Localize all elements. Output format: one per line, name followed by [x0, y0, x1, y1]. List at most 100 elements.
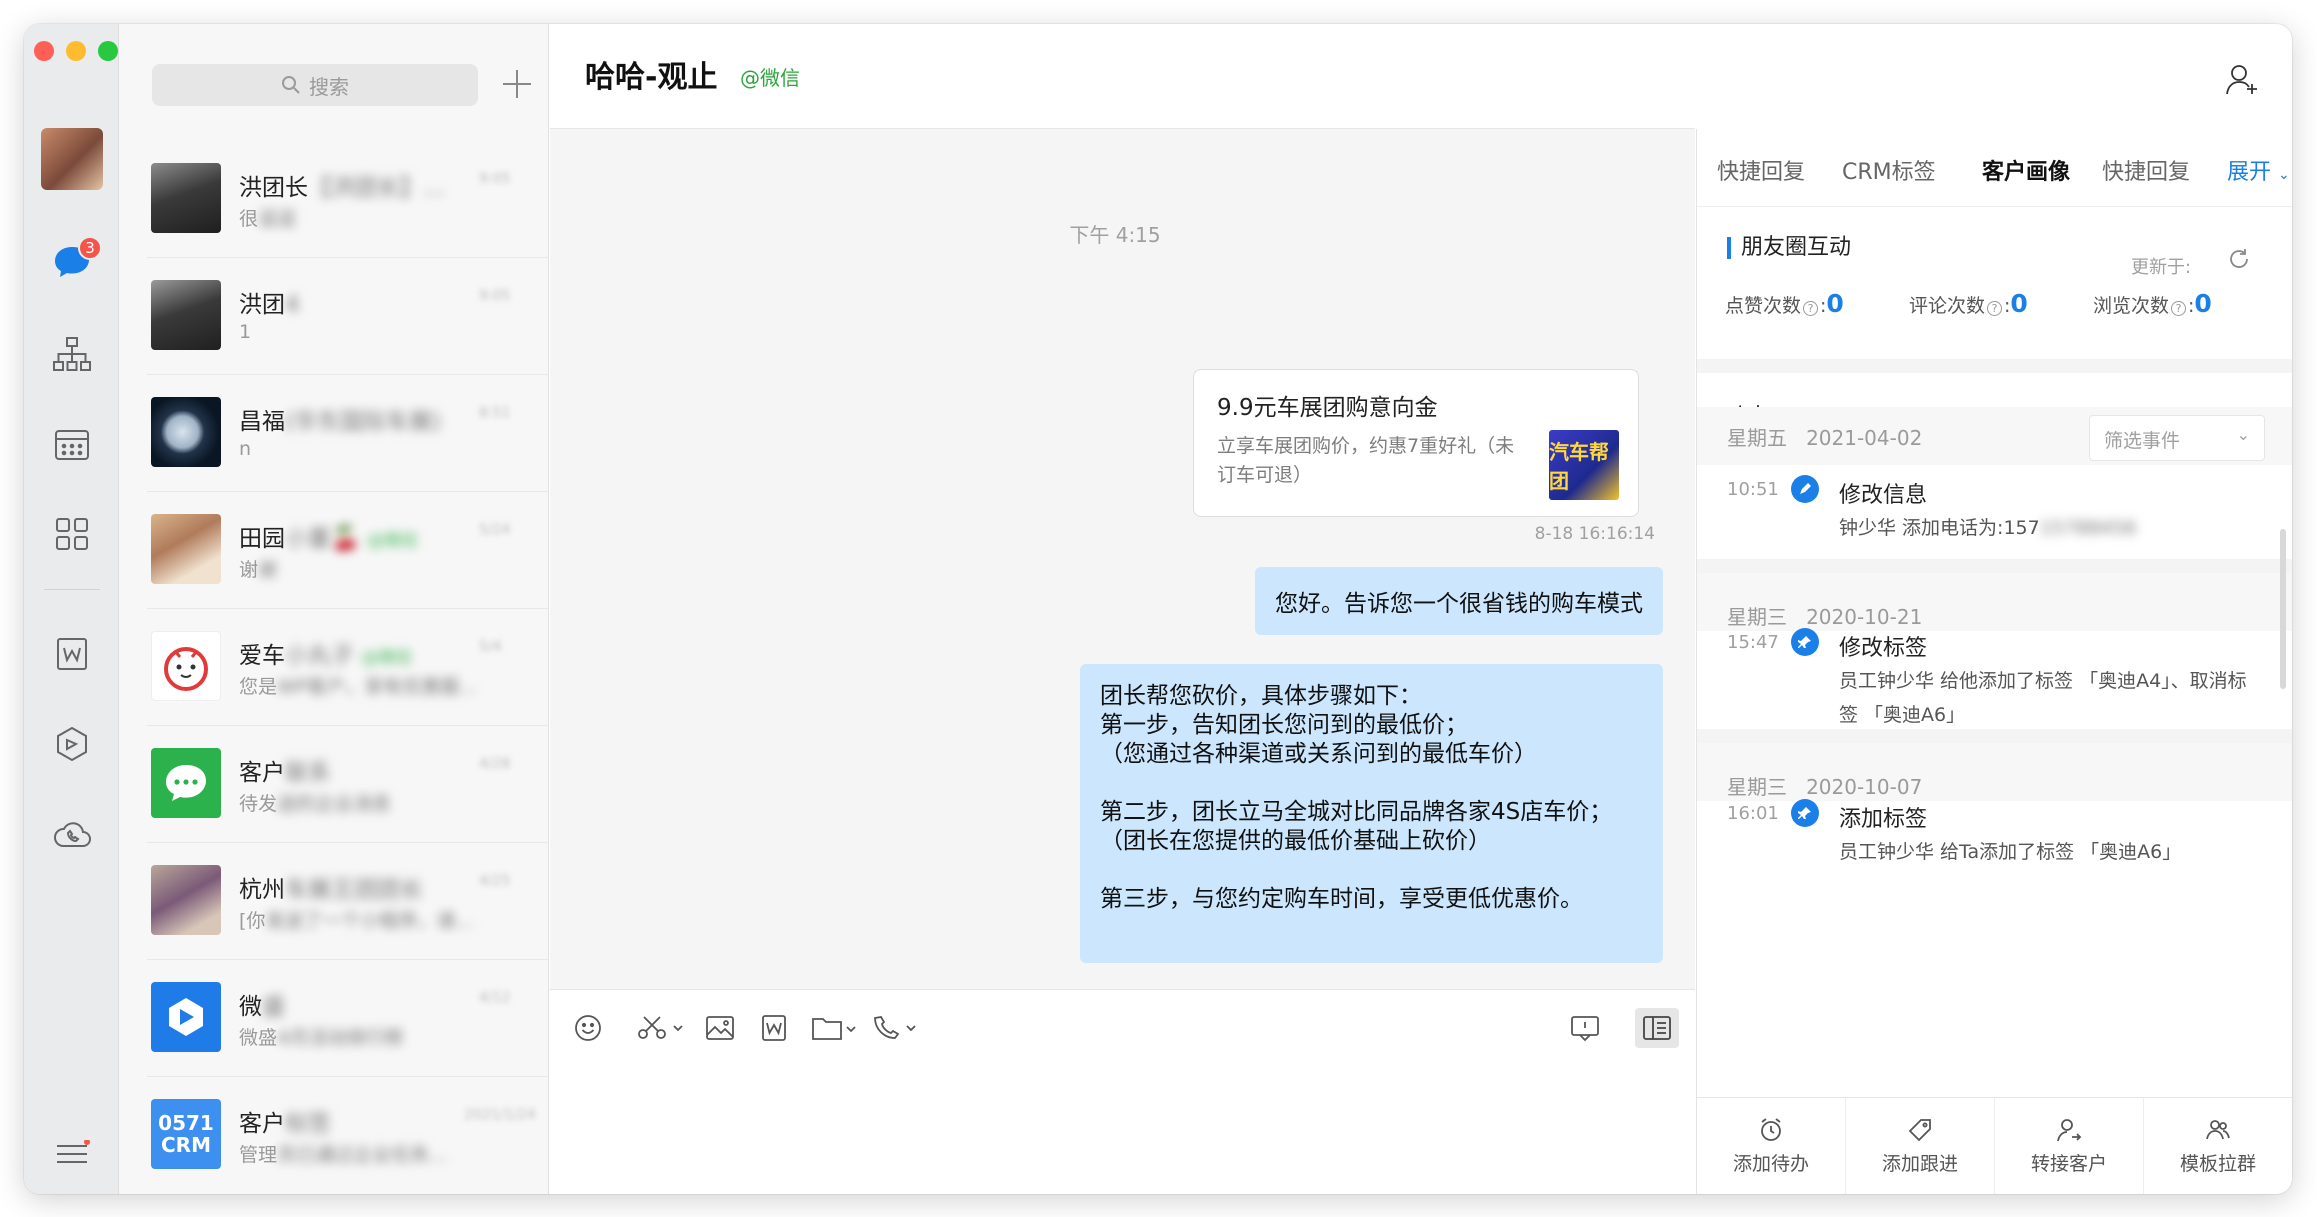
contact-name: 洪团长	[239, 175, 308, 201]
last-message-blurred: 送的企业消息	[277, 793, 392, 815]
chat-bubble-icon	[166, 765, 206, 801]
screenshot-scissors-icon[interactable]	[634, 1010, 688, 1046]
chat-title: 哈哈-观止	[585, 60, 718, 95]
contact-name-blurred: 小丸子	[285, 643, 354, 669]
chat-history-icon[interactable]	[1565, 1010, 1605, 1046]
event-description-text: 钟少华 添加电话为:157	[1839, 517, 2040, 539]
phone-icon[interactable]	[870, 1010, 920, 1046]
action-bar: 添加待办 添加跟进 转接客户 模板拉群	[1697, 1097, 2292, 1194]
stat-value: 0	[2010, 289, 2028, 318]
event-title: 修改标签	[1839, 636, 1928, 661]
customer-profile-panel: 快捷回复 CRM标签 客户画像 快捷回复 展开 ⌄ 朋友圈互动 更新于: 点赞次…	[1696, 129, 2292, 1194]
app-window: 3 搜索 洪团长【洪团长】... 很逗逗 9:05 洪团4 1 9:05 昌福(…	[24, 24, 2292, 1194]
stat-value: 0	[1826, 289, 1844, 318]
add-member-icon[interactable]	[2224, 62, 2264, 102]
zoom-window-button[interactable]	[98, 41, 118, 61]
scrollbar[interactable]	[2280, 529, 2286, 689]
contact-avatar	[151, 514, 221, 584]
card-thumbnail-text: 汽车帮团	[1549, 440, 1609, 493]
template-group-button[interactable]: 模板拉群	[2144, 1098, 2292, 1194]
message-time: 8:51	[479, 405, 511, 421]
help-icon[interactable]: ?	[2171, 301, 2187, 316]
event-filter-select[interactable]: 筛选事件 ⌄	[2089, 415, 2265, 461]
date-group-header: 星期三 2020-10-07	[1697, 729, 2292, 801]
date-group-header: 星期三 2020-10-21	[1697, 559, 2292, 631]
refresh-icon[interactable]	[2227, 247, 2251, 275]
last-message-blurred: 发送了一个小程序，请...	[265, 910, 474, 932]
rail-divider	[44, 589, 100, 590]
apps-grid-icon[interactable]	[52, 514, 92, 554]
composer-toolbar	[550, 989, 1695, 1064]
message-timestamp: 8-18 16:16:14	[1534, 524, 1655, 544]
list-item[interactable]: 客户联系 待发送的企业消息 4/28	[119, 726, 549, 843]
list-item[interactable]: 微盛 微盛4月活动排行榜 4/12	[119, 960, 549, 1077]
contact-name: 微	[239, 994, 262, 1020]
last-message: 您是	[239, 676, 278, 698]
minimize-window-button[interactable]	[66, 41, 86, 61]
contact-avatar	[151, 397, 221, 467]
message-time: 9:05	[479, 288, 511, 304]
emoji-icon[interactable]	[568, 1010, 608, 1046]
add-followup-button[interactable]: 添加跟进	[1846, 1098, 1995, 1194]
tab-crm-tags[interactable]: CRM标签	[1842, 154, 1936, 186]
add-icon[interactable]	[499, 66, 535, 102]
list-item[interactable]: 洪团长【洪团长】... 很逗逗 9:05	[119, 141, 549, 258]
event-description-blurred: 15788456	[2039, 517, 2137, 539]
list-item[interactable]: 0571 CRM 客户标签 管理员已通过企业任务... 2021/1/24	[119, 1077, 549, 1194]
wechat-tag: @微信	[361, 648, 413, 668]
app-logo-icon	[169, 998, 203, 1036]
event-time: 10:51	[1727, 479, 1779, 500]
views-stat: 浏览次数?:0	[2093, 289, 2212, 318]
transfer-customer-button[interactable]: 转接客户	[1995, 1098, 2144, 1194]
help-icon[interactable]: ?	[1803, 301, 1819, 316]
contact-name: 昌福	[239, 409, 285, 435]
document-icon[interactable]	[52, 634, 92, 674]
tab-customer-profile[interactable]: 客户画像	[1982, 154, 2070, 186]
user-avatar[interactable]	[41, 128, 103, 190]
link-card-message[interactable]: 9.9元车展团购意向金 立享车展团购价，约惠7重好礼（未订车可退） 汽车帮团	[1193, 369, 1639, 517]
list-item[interactable]: 杭州车展王团团长 [你发送了一个小程序，请... 4/25	[119, 843, 549, 960]
sidebar-toggle-icon[interactable]	[1635, 1008, 1679, 1048]
contact-avatar	[151, 865, 221, 935]
time-divider: 下午 4:15	[1069, 223, 1161, 247]
help-icon[interactable]: ?	[1987, 301, 2003, 316]
add-todo-button[interactable]: 添加待办	[1697, 1098, 1846, 1194]
contact-avatar	[151, 163, 221, 233]
message-bubble[interactable]: 您好。告诉您一个很省钱的购车模式	[1255, 567, 1663, 635]
tab-quick-reply[interactable]: 快捷回复	[1717, 154, 1805, 186]
message-area: 下午 4:15 9.9元车展团购意向金 立享车展团购价，约惠7重好礼（未订车可退…	[550, 129, 1695, 989]
search-input[interactable]: 搜索	[152, 64, 478, 106]
conversation-list: 搜索 洪团长【洪团长】... 很逗逗 9:05 洪团4 1 9:05 昌福(华东…	[119, 24, 549, 1194]
list-item[interactable]: 洪团4 1 9:05	[119, 258, 549, 375]
tab-quick-reply-2[interactable]: 快捷回复	[2102, 154, 2190, 186]
list-item[interactable]: 田园小董🍒 @微信 谢谢 5/24	[119, 492, 549, 609]
cloud-phone-icon[interactable]	[52, 814, 92, 854]
calendar-icon[interactable]	[52, 424, 92, 464]
likes-stat: 点赞次数?:0	[1725, 289, 1844, 318]
contact-name-blurred: 车展王团团长	[285, 877, 423, 903]
contact-name: 杭州	[239, 877, 285, 903]
expand-button[interactable]: 展开 ⌄	[2227, 154, 2290, 186]
last-message: 1	[239, 321, 252, 343]
message-bubble[interactable]: 团长帮您砍价，具体步骤如下： 第一步，告知团长您问到的最低价； （您通过各种渠道…	[1080, 664, 1663, 963]
stat-value: 0	[2194, 289, 2212, 318]
image-icon[interactable]	[700, 1010, 740, 1046]
date-label: 星期三 2020-10-21	[1727, 605, 1923, 629]
close-window-button[interactable]	[34, 41, 54, 61]
last-message-blurred: WP客户，享有优惠服...	[277, 676, 478, 698]
org-chart-icon[interactable]	[52, 334, 92, 374]
folder-icon[interactable]	[810, 1010, 860, 1046]
menu-icon[interactable]	[52, 1134, 92, 1174]
document-icon[interactable]	[754, 1010, 794, 1046]
cube-icon[interactable]	[52, 724, 92, 764]
messages-nav-icon[interactable]: 3	[52, 236, 102, 282]
event-description: 钟少华 添加电话为:15715788456	[1839, 511, 2259, 545]
list-item[interactable]: 爱车小丸子 @微信 您是WP客户，享有优惠服... 5/4	[119, 609, 549, 726]
contact-avatar	[151, 982, 221, 1052]
contact-name-blurred: 【洪团长】...	[308, 175, 445, 201]
message-time: 4/28	[479, 756, 511, 772]
last-message-blurred: 逗逗	[258, 208, 297, 230]
last-message: [你	[239, 910, 266, 932]
list-item[interactable]: 昌福(华东国际车展) n 8:51	[119, 375, 549, 492]
event-description: 员工钟少华 给Ta添加了标签 「奥迪A6」	[1839, 841, 2182, 863]
